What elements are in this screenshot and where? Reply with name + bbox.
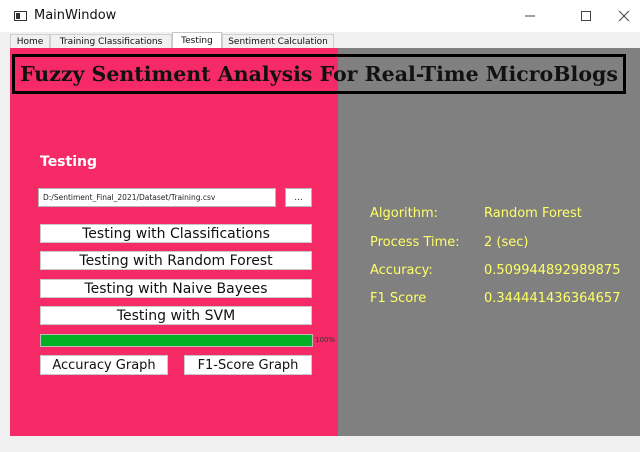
window-title: MainWindow: [34, 8, 117, 23]
minimize-button[interactable]: [508, 0, 552, 32]
accuracy-label: Accuracy:: [370, 263, 433, 278]
tab-bar: Home Training Classifications Testing Se…: [0, 32, 640, 48]
close-button[interactable]: [608, 0, 640, 32]
tab-training-classifications[interactable]: Training Classifications: [50, 34, 172, 48]
file-path-input[interactable]: [38, 188, 276, 207]
tab-sentiment-calculation[interactable]: Sentiment Calculation: [222, 34, 334, 48]
app-window-icon: [14, 11, 27, 21]
f1-score-graph-button[interactable]: F1-Score Graph: [184, 355, 312, 375]
progress-bar: [40, 334, 313, 347]
progress-percentage: 100%: [315, 336, 336, 344]
tab-home[interactable]: Home: [10, 34, 50, 48]
maximize-icon: [581, 11, 591, 21]
close-icon: [618, 10, 630, 22]
accuracy-value: 0.509944892989875: [484, 263, 621, 278]
accuracy-graph-button[interactable]: Accuracy Graph: [40, 355, 168, 375]
status-strip: [0, 436, 640, 452]
tab-testing[interactable]: Testing: [172, 32, 222, 48]
section-title: Testing: [40, 154, 97, 170]
testing-classifications-button[interactable]: Testing with Classifications: [40, 224, 312, 243]
progress-bar-fill: [41, 335, 312, 346]
maximize-button[interactable]: [564, 0, 608, 32]
process-time-value: 2 (sec): [484, 235, 529, 250]
f1-score-value: 0.344441436364657: [484, 291, 621, 306]
f1-score-label: F1 Score: [370, 291, 427, 306]
minimize-icon: [525, 15, 535, 17]
testing-svm-button[interactable]: Testing with SVM: [40, 306, 312, 325]
browse-button[interactable]: ...: [285, 188, 312, 207]
algorithm-value: Random Forest: [484, 206, 582, 221]
app-banner-title: Fuzzy Sentiment Analysis For Real-Time M…: [12, 54, 626, 94]
testing-naive-bayes-button[interactable]: Testing with Naive Bayees: [40, 279, 312, 298]
testing-random-forest-button[interactable]: Testing with Random Forest: [40, 251, 312, 270]
process-time-label: Process Time:: [370, 235, 460, 250]
algorithm-label: Algorithm:: [370, 206, 439, 221]
title-bar: MainWindow: [0, 0, 640, 32]
